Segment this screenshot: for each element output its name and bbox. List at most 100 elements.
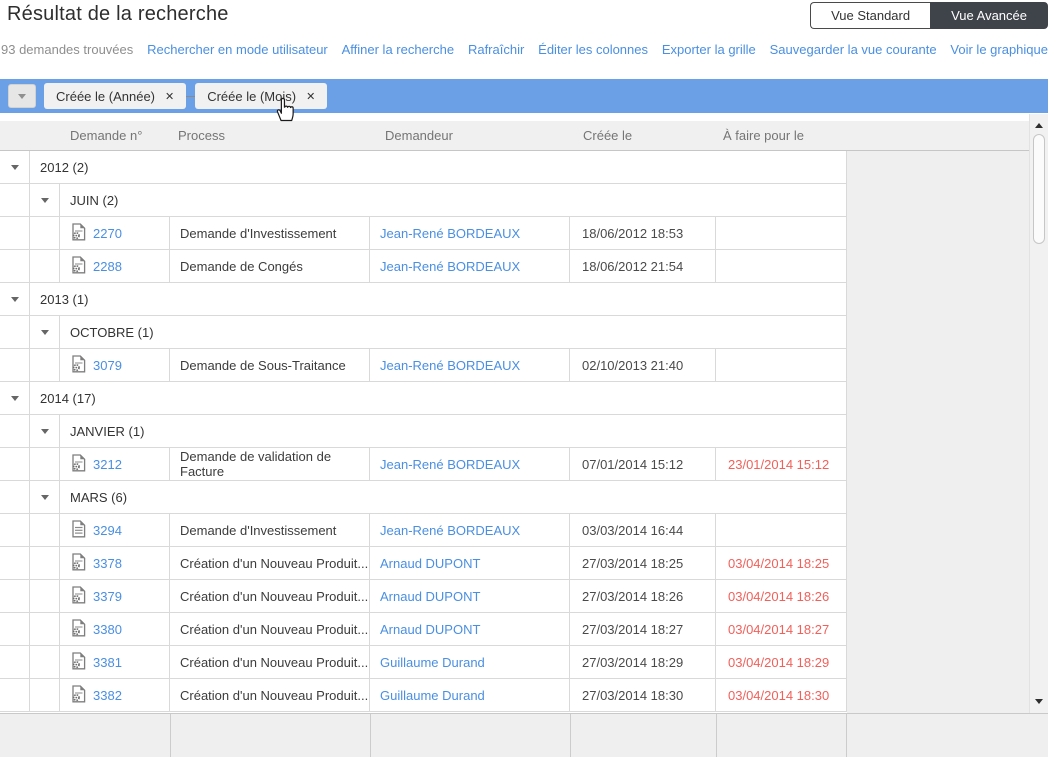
column-header[interactable]: Demande n°: [70, 128, 142, 143]
requester-link[interactable]: Guillaume Durand: [380, 655, 485, 670]
grid-empty-area: [847, 151, 1048, 713]
table-row: 3079 Demande de Sous-Traitance Jean-René B…: [0, 349, 847, 382]
group-chip[interactable]: Créée le (Année) ✕: [44, 83, 187, 109]
collapse-toggle[interactable]: [0, 283, 30, 315]
process-cell: Création d'un Nouveau Produit...: [170, 679, 370, 711]
indent-cell: [30, 547, 60, 579]
footer-divider: [846, 714, 847, 757]
request-number-link[interactable]: 3380: [93, 622, 122, 637]
collapse-toggle[interactable]: [30, 415, 60, 447]
request-id-cell: 3212: [60, 448, 170, 480]
requester-link[interactable]: Jean-René BORDEAUX: [380, 523, 520, 538]
collapse-toggle[interactable]: [0, 382, 30, 414]
indent-cell: [0, 580, 30, 612]
request-id-cell: 3378: [60, 547, 170, 579]
request-number-link[interactable]: 2288: [93, 259, 122, 274]
indent-cell: [0, 613, 30, 645]
scroll-up-icon[interactable]: [1035, 123, 1043, 128]
request-id-cell: 2288: [60, 250, 170, 282]
due-date-cell: [716, 349, 846, 381]
page-title: Résultat de la recherche: [7, 3, 229, 25]
request-id-cell: 3382: [60, 679, 170, 711]
toolbar: 93 demandes trouvées Rechercher en mode …: [0, 42, 1048, 57]
request-number-link[interactable]: 3079: [93, 358, 122, 373]
result-count: 93 demandes trouvées: [1, 42, 134, 57]
request-id-cell: 3381: [60, 646, 170, 678]
requester-cell: Arnaud DUPONT: [370, 580, 570, 612]
toolbar-link[interactable]: Affiner la recherche: [342, 42, 455, 57]
column-header[interactable]: À faire pour le: [723, 128, 804, 143]
request-number-link[interactable]: 3381: [93, 655, 122, 670]
request-number-link[interactable]: 3378: [93, 556, 122, 571]
chevron-down-icon: [10, 164, 19, 170]
indent-cell: [30, 349, 60, 381]
table-row: 3382 Création d'un Nouveau Produit... Guil…: [0, 679, 847, 712]
toolbar-link[interactable]: Rafraîchir: [468, 42, 524, 57]
column-header[interactable]: Créée le: [583, 128, 632, 143]
indent-cell: [30, 613, 60, 645]
table-row: 3379 Création d'un Nouveau Produit... Arna…: [0, 580, 847, 613]
requester-link[interactable]: Arnaud DUPONT: [380, 589, 480, 604]
requester-link[interactable]: Jean-René BORDEAUX: [380, 259, 520, 274]
table-row: 3381 Création d'un Nouveau Produit... Guil…: [0, 646, 847, 679]
request-number-link[interactable]: 3382: [93, 688, 122, 703]
vue-avancee-button[interactable]: Vue Avancée: [930, 2, 1048, 29]
group-row: JANVIER (1): [0, 415, 847, 448]
chevron-down-icon: [40, 494, 49, 500]
collapse-toggle[interactable]: [30, 481, 60, 513]
due-date-cell: 03/04/2014 18:30: [728, 687, 830, 703]
collapse-toggle[interactable]: [0, 151, 30, 183]
indent-cell: [30, 646, 60, 678]
request-number-link[interactable]: 3212: [93, 457, 122, 472]
indent-cell: [0, 316, 30, 348]
collapse-toggle[interactable]: [30, 184, 60, 216]
group-label: MARS (6): [70, 489, 128, 505]
chevron-down-icon: [40, 428, 49, 434]
due-date-cell: [716, 217, 846, 249]
process-cell: Demande d'Investissement: [170, 514, 370, 546]
request-number-link[interactable]: 3294: [93, 523, 122, 538]
toolbar-link[interactable]: Rechercher en mode utilisateur: [147, 42, 328, 57]
column-header[interactable]: Demandeur: [385, 128, 453, 143]
group-chip[interactable]: Créée le (Mois) ✕: [186, 83, 328, 109]
remove-group-icon[interactable]: ✕: [306, 90, 315, 103]
column-header[interactable]: Process: [178, 128, 225, 143]
footer-divider: [170, 714, 171, 757]
vue-standard-button[interactable]: Vue Standard: [810, 2, 931, 29]
created-date-cell: 03/03/2014 16:44: [570, 514, 716, 546]
group-options-button[interactable]: [8, 84, 36, 108]
requester-cell: Jean-René BORDEAUX: [370, 217, 570, 249]
toolbar-link[interactable]: Voir le graphique: [950, 42, 1048, 57]
request-number-link[interactable]: 3379: [93, 589, 122, 604]
table-row: 3294 Demande d'Investissement Jean-René BO…: [0, 514, 847, 547]
toolbar-link[interactable]: Exporter la grille: [662, 42, 756, 57]
group-row: 2013 (1): [0, 283, 847, 316]
request-number-link[interactable]: 2270: [93, 226, 122, 241]
request-id-cell: 3079: [60, 349, 170, 381]
group-label: 2014 (17): [40, 390, 96, 406]
footer-divider: [370, 714, 371, 757]
group-row: OCTOBRE (1): [0, 316, 847, 349]
table-row: 3378 Création d'un Nouveau Produit... Arna…: [0, 547, 847, 580]
toolbar-link[interactable]: Sauvegarder la vue courante: [770, 42, 937, 57]
table-row: 2270 Demande d'Investissement Jean-René BO…: [0, 217, 847, 250]
request-document-icon: [71, 255, 86, 277]
requester-link[interactable]: Jean-René BORDEAUX: [380, 226, 520, 241]
grid-header: Demande n° Process Demandeur Créée le À fair…: [0, 121, 1048, 151]
scrollbar-thumb[interactable]: [1033, 134, 1045, 244]
process-cell: Création d'un Nouveau Produit...: [170, 580, 370, 612]
requester-link[interactable]: Guillaume Durand: [380, 688, 485, 703]
indent-cell: [30, 514, 60, 546]
vertical-scrollbar[interactable]: [1029, 114, 1048, 713]
requester-link[interactable]: Jean-René BORDEAUX: [380, 457, 520, 472]
remove-group-icon[interactable]: ✕: [165, 90, 174, 103]
indent-cell: [0, 448, 30, 480]
collapse-toggle[interactable]: [30, 316, 60, 348]
requester-link[interactable]: Arnaud DUPONT: [380, 622, 480, 637]
requester-cell: Guillaume Durand: [370, 646, 570, 678]
scroll-down-icon[interactable]: [1035, 699, 1043, 704]
toolbar-link[interactable]: Éditer les colonnes: [538, 42, 648, 57]
requester-link[interactable]: Arnaud DUPONT: [380, 556, 480, 571]
requester-link[interactable]: Jean-René BORDEAUX: [380, 358, 520, 373]
app-window: Résultat de la recherche Vue Standard Vu…: [0, 0, 1048, 757]
